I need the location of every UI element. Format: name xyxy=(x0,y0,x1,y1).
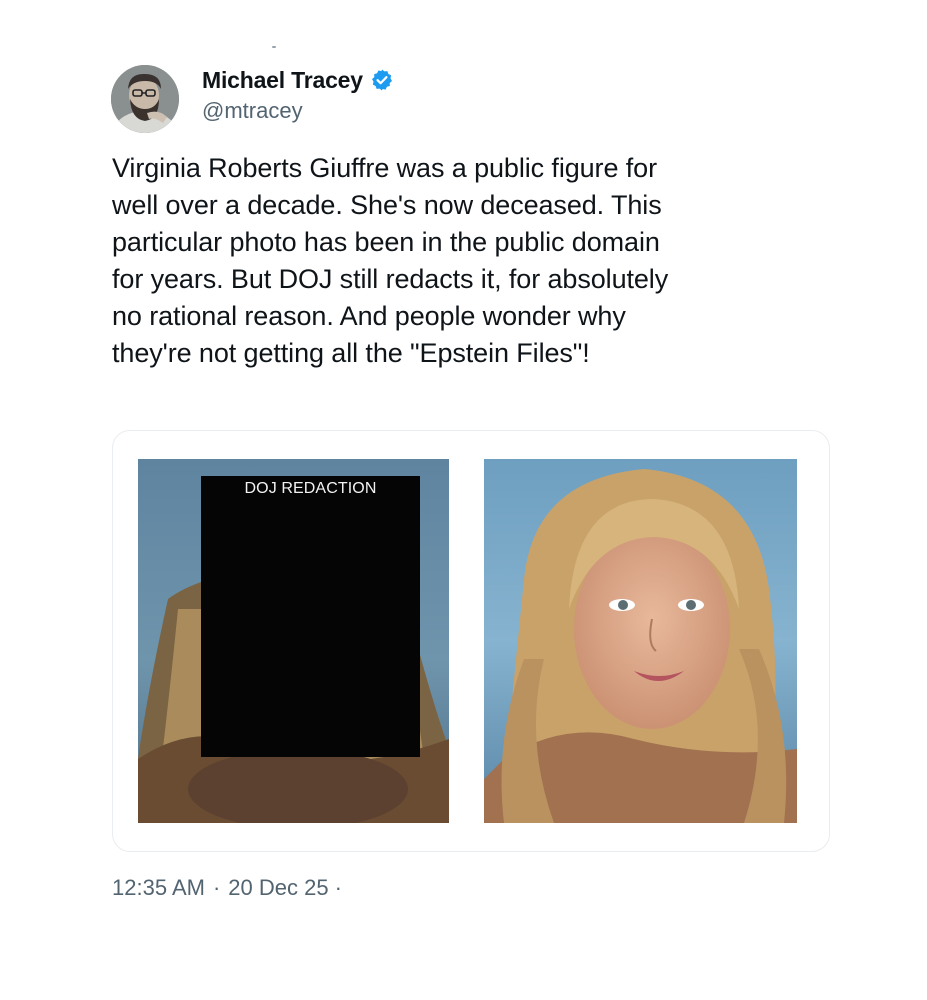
tweet-text-line: well over a decade. She's now deceased. … xyxy=(112,190,662,220)
portrait-photo[interactable] xyxy=(484,459,797,823)
display-name[interactable]: Michael Tracey xyxy=(202,67,363,94)
tweet-text-line: particular photo has been in the public … xyxy=(112,227,660,257)
divider-mark xyxy=(272,46,276,48)
timestamp-separator: · xyxy=(212,875,221,900)
tweet-text-line: they're not getting all the "Epstein Fil… xyxy=(112,338,590,368)
bearded-man-avatar-icon xyxy=(111,65,179,133)
tweet-text-line: Virginia Roberts Giuffre was a public fi… xyxy=(112,153,657,183)
tweet-text: Virginia Roberts Giuffre was a public fi… xyxy=(112,150,832,372)
name-row: Michael Tracey xyxy=(202,64,394,96)
redaction-box: DOJ REDACTION xyxy=(201,476,420,757)
avatar[interactable] xyxy=(111,65,179,133)
tweet-header: Michael Tracey @mtracey xyxy=(202,64,394,124)
tweet-text-line: for years. But DOJ still redacts it, for… xyxy=(112,264,669,294)
tweet-date[interactable]: 20 Dec 25 xyxy=(228,875,328,901)
verified-badge-icon xyxy=(370,68,394,92)
timestamp-trailing-separator: · xyxy=(334,875,342,900)
redaction-label: DOJ REDACTION xyxy=(244,480,377,497)
tweet-text-line: no rational reason. And people wonder wh… xyxy=(112,301,626,331)
tweet-timestamp[interactable]: 12:35 AM · 20 Dec 25 · xyxy=(112,875,342,901)
user-handle[interactable]: @mtracey xyxy=(202,98,394,124)
tweet-time[interactable]: 12:35 AM xyxy=(112,875,205,901)
tweet: Michael Tracey @mtracey Virginia Roberts… xyxy=(0,0,927,1000)
